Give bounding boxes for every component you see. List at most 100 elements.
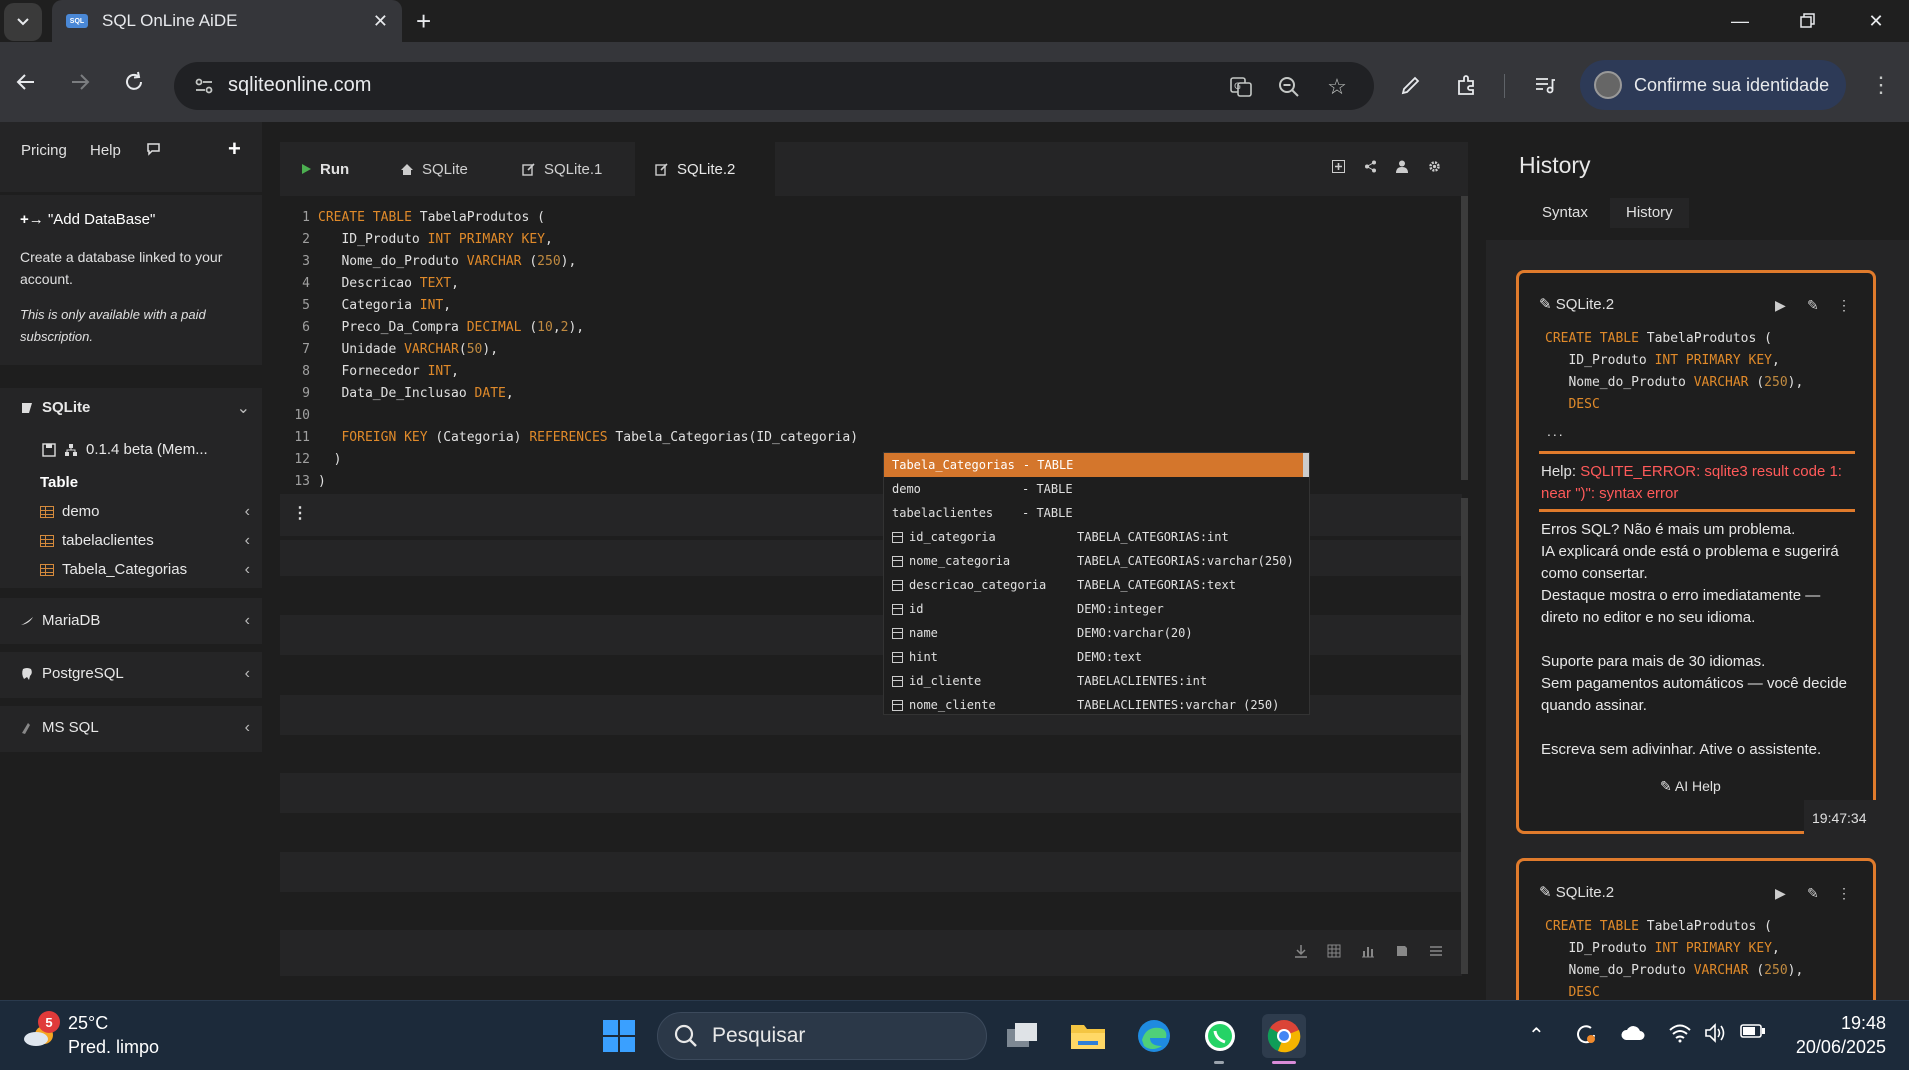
clock-date[interactable]: 20/06/2025 bbox=[1790, 1037, 1886, 1058]
volume-icon[interactable] bbox=[1704, 1023, 1728, 1043]
autocomplete-item[interactable]: id_categoria TABELA_CATEGORIAS:int bbox=[884, 525, 1304, 549]
minimize-button[interactable]: — bbox=[1710, 4, 1770, 38]
ai-help-button[interactable]: ✎ AI Help bbox=[1660, 778, 1721, 795]
media-control-icon[interactable] bbox=[1530, 70, 1560, 100]
play-icon[interactable]: ▶ bbox=[1775, 297, 1786, 314]
task-view-icon[interactable] bbox=[1000, 1014, 1044, 1058]
translate-icon[interactable]: G bbox=[1226, 72, 1256, 102]
onedrive-cloud-icon[interactable] bbox=[1620, 1023, 1646, 1041]
restore-button[interactable] bbox=[1778, 4, 1838, 38]
sqlite-db-header[interactable]: SQLite ⌄ bbox=[20, 399, 250, 417]
table-item-tabela-categorias[interactable]: Tabela_Categorias ‹ bbox=[40, 561, 250, 578]
browser-tab-active[interactable]: SQL SQL OnLine AiDE ✕ bbox=[52, 0, 402, 42]
address-bar[interactable]: sqliteonline.com G ☆ bbox=[174, 62, 1374, 110]
edit-icon[interactable]: ✎ bbox=[1807, 885, 1819, 902]
browser-menu-icon[interactable]: ⋮ bbox=[1866, 70, 1896, 100]
result-row bbox=[280, 852, 1462, 892]
taskbar-search[interactable]: Pesquisar bbox=[657, 1012, 987, 1060]
reload-button[interactable] bbox=[114, 62, 154, 102]
chrome-icon[interactable] bbox=[1262, 1014, 1306, 1058]
tab-syntax[interactable]: Syntax bbox=[1526, 198, 1604, 228]
sql-editor[interactable]: 1 CREATE TABLE TabelaProdutos ( 2 ID_Pro… bbox=[280, 200, 1462, 489]
add-database-button[interactable]: + bbox=[228, 136, 241, 162]
share-icon[interactable] bbox=[1364, 160, 1377, 173]
bookmark-star-icon[interactable]: ☆ bbox=[1322, 72, 1352, 102]
autocomplete-scrollbar[interactable] bbox=[1303, 453, 1309, 477]
sqlite-version-label: 0.1.4 beta (Mem... bbox=[86, 441, 208, 458]
edit-icon[interactable]: ✎ bbox=[1807, 297, 1819, 314]
clock-time[interactable]: 19:48 bbox=[1830, 1013, 1886, 1034]
editor-scrollbar[interactable] bbox=[1461, 196, 1468, 480]
add-database-title[interactable]: +→ "Add DataBase" bbox=[20, 211, 242, 228]
table-item-demo[interactable]: demo ‹ bbox=[40, 503, 250, 520]
new-tab-button[interactable]: + bbox=[416, 6, 431, 37]
tab-sqlite-1[interactable]: SQLite.1 bbox=[502, 142, 642, 196]
close-tab-icon[interactable]: ✕ bbox=[373, 11, 388, 32]
weather-temp[interactable]: 25°C bbox=[68, 1013, 108, 1034]
more-icon[interactable]: ⋮ bbox=[1837, 297, 1851, 314]
autocomplete-item[interactable]: id DEMO:integer bbox=[884, 597, 1304, 621]
code-line: ) bbox=[318, 452, 342, 467]
history-entry[interactable]: ✎ SQLite.2 ▶ ✎ ⋮ CREATE TABLE TabelaProd… bbox=[1516, 270, 1876, 834]
extensions-icon[interactable] bbox=[1452, 70, 1482, 100]
db-mariadb[interactable]: MariaDB ‹ bbox=[20, 612, 250, 629]
autocomplete-item[interactable]: hint DEMO:text bbox=[884, 645, 1304, 669]
sqlite-version-row[interactable]: 0.1.4 beta (Mem... bbox=[42, 441, 208, 458]
zoom-icon[interactable] bbox=[1274, 72, 1304, 102]
autocomplete-item[interactable]: id_cliente TABELACLIENTES:int bbox=[884, 669, 1304, 693]
edge-browser-icon[interactable] bbox=[1132, 1014, 1176, 1058]
tab-search-button[interactable] bbox=[4, 3, 42, 41]
history-entry[interactable]: ✎ SQLite.2 ▶ ✎ ⋮ CREATE TABLE TabelaProd… bbox=[1516, 858, 1876, 1008]
profile-button[interactable]: Confirme sua identidade bbox=[1580, 60, 1846, 110]
file-explorer-icon[interactable] bbox=[1066, 1014, 1110, 1058]
site-info-icon[interactable] bbox=[192, 74, 216, 98]
autocomplete-item[interactable]: descricao_categoria TABELA_CATEGORIAS:tex… bbox=[884, 573, 1304, 597]
run-button[interactable]: Run bbox=[280, 142, 372, 196]
download-icon[interactable] bbox=[1294, 944, 1308, 958]
divider bbox=[1539, 451, 1855, 454]
sync-icon[interactable] bbox=[1574, 1023, 1598, 1047]
settings-gear-icon[interactable] bbox=[1428, 160, 1441, 173]
wifi-icon[interactable] bbox=[1668, 1023, 1692, 1043]
whatsapp-icon[interactable] bbox=[1198, 1014, 1242, 1058]
chevron-up-icon[interactable]: ⌃ bbox=[1528, 1023, 1545, 1048]
close-window-button[interactable]: ✕ bbox=[1846, 4, 1906, 38]
table-item-tabelaclientes[interactable]: tabelaclientes ‹ bbox=[40, 532, 250, 549]
result-menu-icon[interactable]: ⋮ bbox=[292, 503, 308, 523]
autocomplete-item[interactable]: nome_cliente TABELACLIENTES:varchar (250) bbox=[884, 693, 1304, 714]
grid-view-icon[interactable] bbox=[1327, 944, 1341, 958]
battery-icon[interactable] bbox=[1740, 1023, 1766, 1039]
nav-pricing-link[interactable]: Pricing bbox=[21, 142, 67, 159]
autocomplete-item[interactable]: name DEMO:varchar(20) bbox=[884, 621, 1304, 645]
new-tab-plus-icon[interactable] bbox=[1332, 160, 1345, 173]
chat-icon[interactable] bbox=[146, 141, 162, 157]
running-app-indicator bbox=[1214, 1061, 1224, 1064]
forward-button[interactable] bbox=[60, 62, 100, 102]
back-button[interactable] bbox=[6, 62, 46, 102]
restore-icon bbox=[1800, 13, 1815, 28]
autocomplete-item[interactable]: Tabela_Categorias - TABLE bbox=[884, 453, 1304, 477]
chart-view-icon[interactable] bbox=[1361, 944, 1375, 958]
autocomplete-item[interactable]: nome_categoria TABELA_CATEGORIAS:varchar(… bbox=[884, 549, 1304, 573]
autocomplete-item[interactable]: tabelaclientes - TABLE bbox=[884, 501, 1304, 525]
history-entry-title: ✎ SQLite.2 bbox=[1539, 884, 1615, 901]
result-scrollbar[interactable] bbox=[1461, 498, 1468, 974]
notes-icon[interactable] bbox=[1395, 944, 1409, 958]
weather-condition[interactable]: Pred. limpo bbox=[68, 1037, 159, 1058]
autocomplete-item[interactable]: demo - TABLE bbox=[884, 477, 1304, 501]
user-icon[interactable] bbox=[1396, 160, 1408, 173]
db-mssql[interactable]: MS SQL ‹ bbox=[20, 719, 250, 736]
tab-history[interactable]: History bbox=[1610, 198, 1689, 228]
db-postgresql[interactable]: PostgreSQL ‹ bbox=[20, 665, 250, 682]
play-icon[interactable]: ▶ bbox=[1775, 885, 1786, 902]
svg-text:G: G bbox=[1234, 82, 1241, 92]
pen-extension-icon[interactable] bbox=[1396, 70, 1426, 100]
add-database-card: +→ "Add DataBase" Create a database link… bbox=[0, 195, 262, 365]
tab-sqlite-2[interactable]: SQLite.2 bbox=[635, 142, 775, 196]
list-view-icon[interactable] bbox=[1429, 944, 1443, 958]
tab-sqlite[interactable]: SQLite bbox=[380, 142, 492, 196]
nav-help-link[interactable]: Help bbox=[90, 142, 121, 159]
column-icon bbox=[892, 579, 903, 591]
start-button[interactable] bbox=[597, 1014, 641, 1058]
more-icon[interactable]: ⋮ bbox=[1837, 885, 1851, 902]
